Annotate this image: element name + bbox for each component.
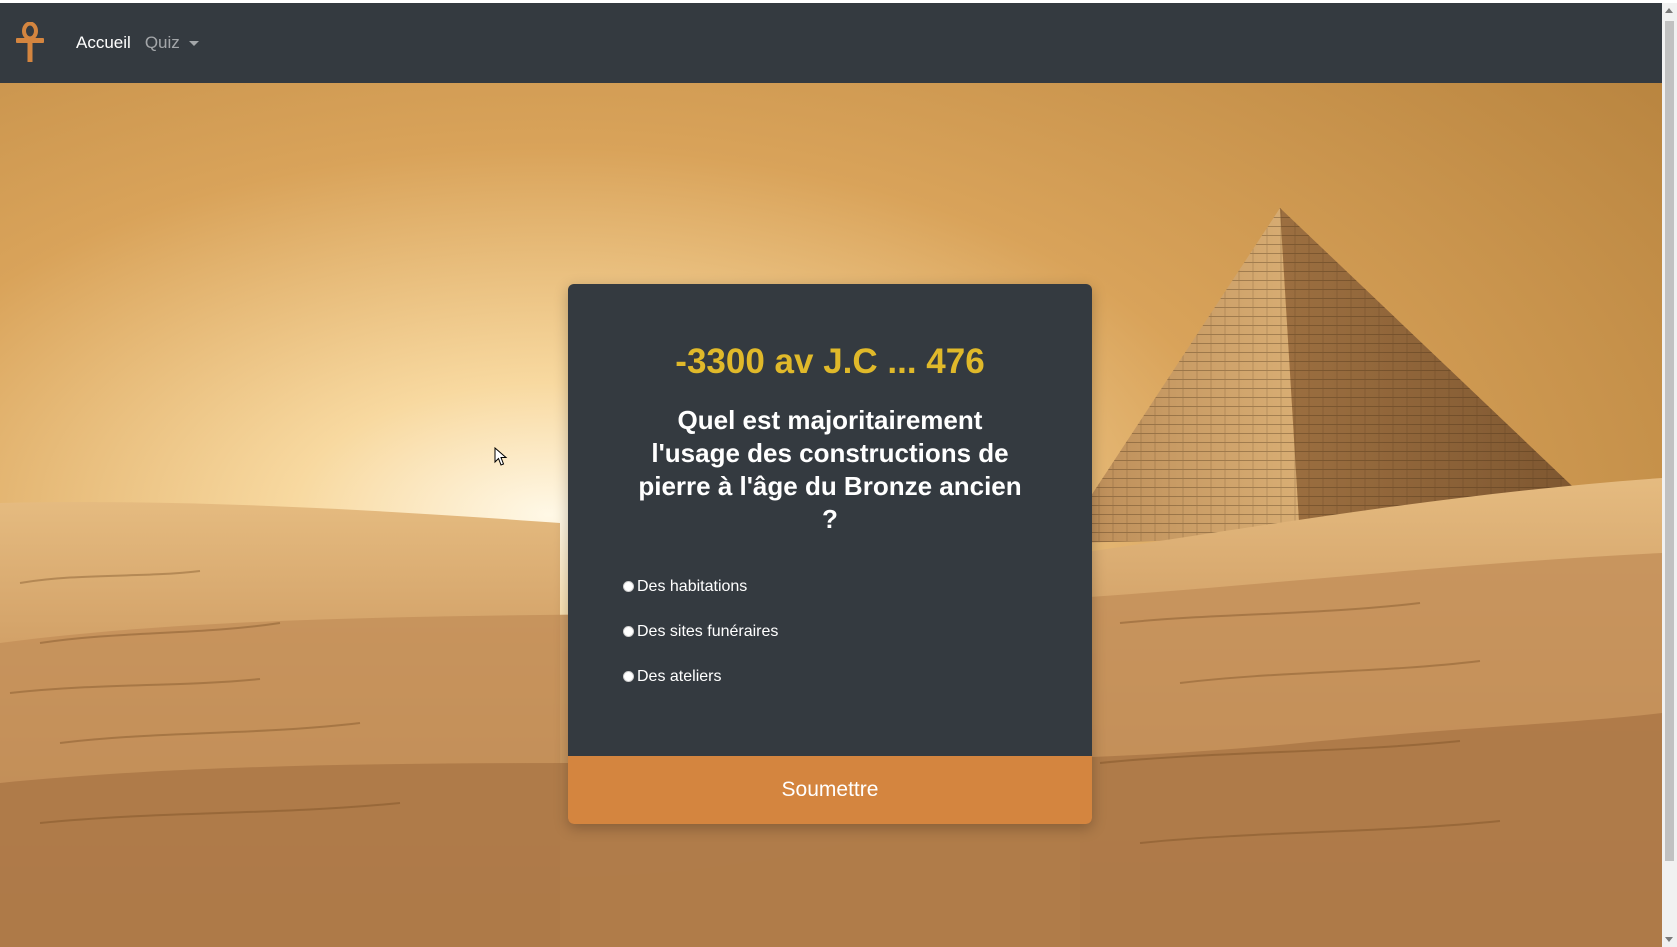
quiz-card: -3300 av J.C ... 476 Quel est majoritair… [568,284,1092,824]
answer-label: Des sites funéraires [637,622,779,640]
answer-option[interactable]: Des habitations [623,564,778,609]
radio-button[interactable] [623,626,634,637]
scroll-thumb[interactable] [1665,21,1674,861]
nav-quiz-label: Quiz [144,33,180,52]
mouse-cursor-icon [494,447,508,466]
answer-label: Des habitations [637,577,748,595]
navbar: Accueil Quiz [0,3,1662,83]
answer-label: Des ateliers [637,667,722,685]
submit-button[interactable]: Soumettre [568,756,1092,824]
answer-option[interactable]: Des sites funéraires [623,609,778,654]
scroll-up-icon[interactable] [1665,8,1673,13]
page: Accueil Quiz -3300 av J.C ... 476 Quel e… [0,3,1662,947]
answer-option[interactable]: Des ateliers [623,654,778,699]
answer-list: Des habitations Des sites funéraires Des… [623,564,778,699]
nav-home-link[interactable]: Accueil [76,33,131,53]
caret-down-icon [188,40,199,46]
scroll-down-icon[interactable] [1665,937,1673,942]
radio-button[interactable] [623,671,634,682]
radio-button[interactable] [623,581,634,592]
quiz-question: Quel est majoritairement l'usage des con… [638,405,1022,534]
vertical-scrollbar[interactable] [1662,3,1677,947]
ankh-icon[interactable] [12,21,48,65]
quiz-period: -3300 av J.C ... 476 [675,342,985,381]
nav-quiz-dropdown[interactable]: Quiz [145,33,199,53]
